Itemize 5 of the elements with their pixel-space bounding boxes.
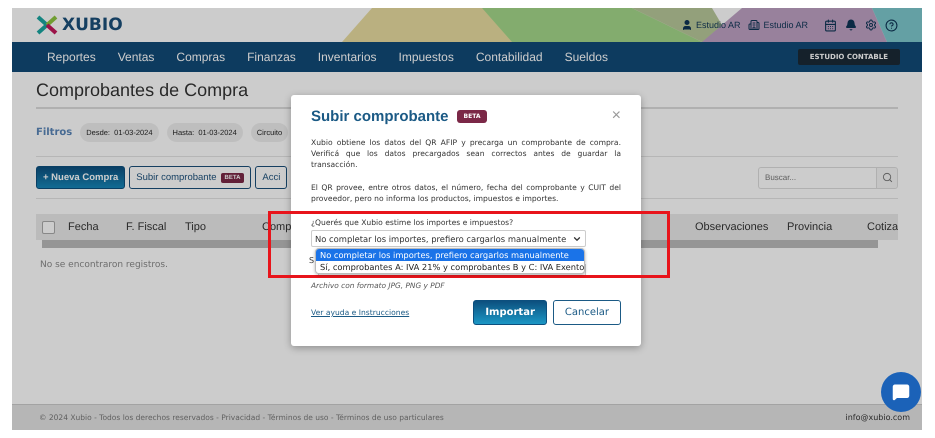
empty-message: No se encontraron registros.: [40, 260, 168, 270]
filters-label: Filtros: [36, 127, 72, 138]
logo-text: XUBIO: [62, 15, 123, 35]
dialog-title: Subir comprobante: [311, 108, 449, 124]
file-label: S: [309, 256, 314, 265]
